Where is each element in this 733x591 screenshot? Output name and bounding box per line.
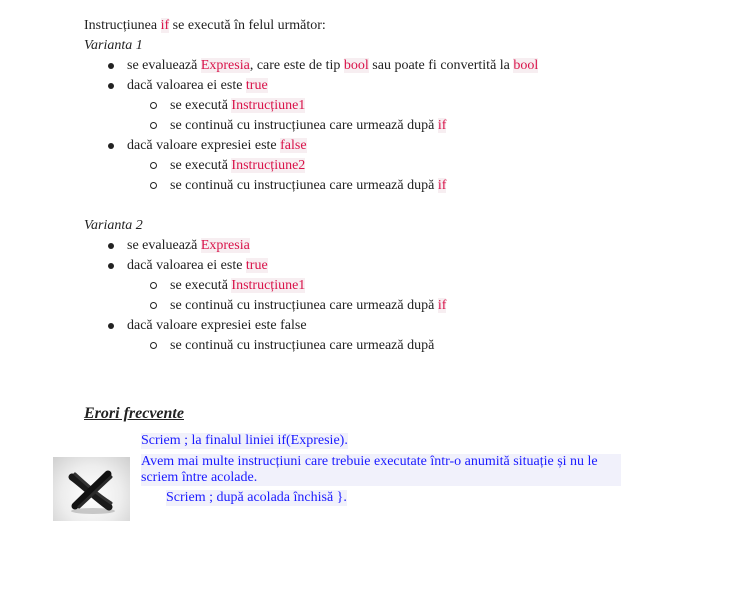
variant1-list: se evaluează Expresia, care este de tip … [84,56,704,196]
variant2-list: se evaluează Expresia dacă valoarea ei e… [84,236,704,356]
list-item: se evaluează Expresia, care este de tip … [84,56,704,76]
list-item: se evaluează Expresia [84,236,704,256]
content: Instrucțiunea if se execută în felul urm… [84,16,704,356]
variant2-title: Varianta 2 [84,218,143,233]
intro-line: Instrucțiunea if se execută în felul urm… [84,18,326,33]
error-item: Scriem ; la finalul liniei if(Expresie). [141,433,348,449]
x-mark-graphic [68,470,115,514]
list-subitem: se continuă cu instrucțiunea care urmeaz… [84,296,704,316]
error-item: Scriem ; după acolada închisă }. [166,490,347,506]
errors-heading: Erori frecvente [84,405,184,422]
list-subitem: se continuă cu instrucțiunea care urmeaz… [84,176,704,196]
variant1-title: Varianta 1 [84,38,143,53]
x-mark-icon [53,457,130,521]
errors-list: Scriem ; la finalul liniei if(Expresie).… [141,433,631,506]
error-item: Avem mai multe instrucțiuni care trebuie… [141,454,621,486]
list-subitem: se execută Instrucțiune1 [84,276,704,296]
list-subitem: se continuă cu instrucțiunea care urmeaz… [84,116,704,136]
list-subitem: se continuă cu instrucțiunea care urmeaz… [84,336,704,356]
list-subitem: se execută Instrucțiune2 [84,156,704,176]
list-item: dacă valoare expresiei este false [84,136,704,156]
list-subitem: se execută Instrucțiune1 [84,96,704,116]
list-item: dacă valoarea ei este true [84,76,704,96]
list-item: dacă valoarea ei este true [84,256,704,276]
keyword-if: if [160,18,170,33]
list-item: dacă valoare expresiei este false [84,316,704,336]
